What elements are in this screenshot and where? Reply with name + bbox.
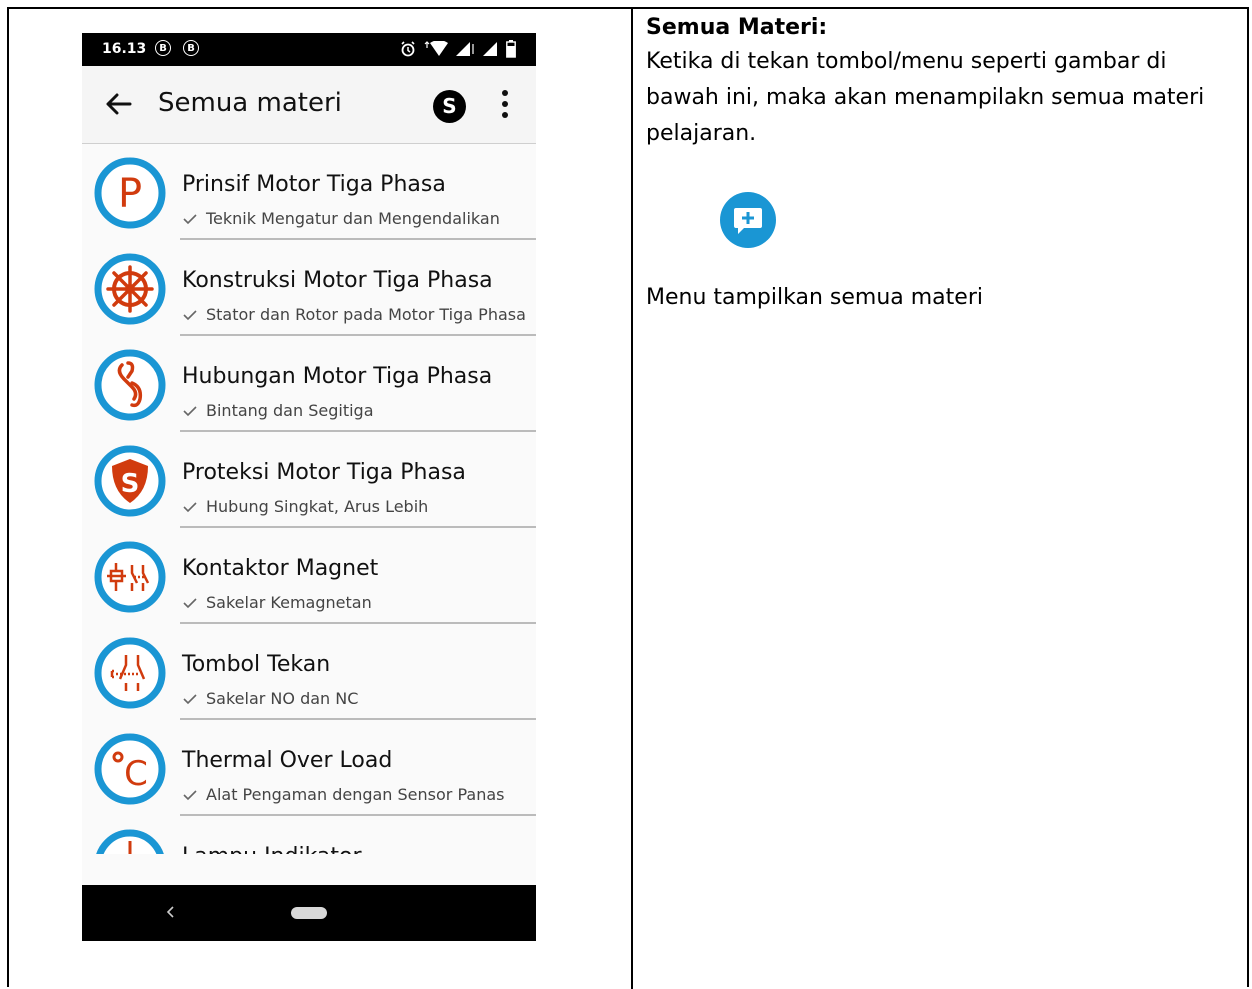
icon-caption: Menu tampilkan semua materi [646, 285, 983, 310]
svg-text:C: C [124, 754, 148, 794]
back-arrow-icon[interactable] [104, 90, 132, 118]
list-item[interactable]: Konstruksi Motor Tiga Phasa Stator dan R… [82, 240, 536, 336]
status-icons [400, 39, 516, 59]
status-bar: 16.13 B B [82, 33, 536, 66]
description-column: Semua Materi: Ketika di tekan tombol/men… [646, 12, 1236, 152]
nav-home-pill[interactable] [291, 907, 327, 919]
check-icon [183, 598, 197, 609]
list-item-subtitle-text: Alat Pengaman dengan Sensor Panas [206, 785, 505, 804]
list-item-title: Tombol Tekan [182, 652, 331, 677]
section-heading: Semua Materi: [646, 15, 828, 40]
list-item[interactable]: S Proteksi Motor Tiga Phasa Hubung Singk… [82, 432, 536, 528]
check-icon [183, 694, 197, 705]
lamp-icon [96, 829, 164, 854]
list-item[interactable]: Lampu Indikator [82, 816, 536, 854]
list-item-subtitle-text: Hubung Singkat, Arus Lebih [206, 497, 429, 516]
list-item-subtitle: Stator dan Rotor pada Motor Tiga Phasa [182, 305, 526, 324]
signal-icon [456, 42, 474, 56]
letter-p-icon: P [94, 157, 166, 229]
list-item-subtitle-text: Bintang dan Segitiga [206, 401, 374, 420]
materials-list: P Prinsif Motor Tiga Phasa Teknik Mengat… [82, 144, 536, 854]
list-item-subtitle: Bintang dan Segitiga [182, 401, 374, 420]
list-item[interactable]: P Prinsif Motor Tiga Phasa Teknik Mengat… [82, 144, 536, 240]
check-icon [183, 502, 197, 513]
list-item-title: Thermal Over Load [182, 748, 393, 773]
svg-text:P: P [118, 171, 142, 217]
list-item-subtitle-text: Stator dan Rotor pada Motor Tiga Phasa [206, 305, 526, 324]
list-item[interactable]: Kontaktor Magnet Sakelar Kemagnetan [82, 528, 536, 624]
list-item[interactable]: Tombol Tekan Sakelar NO dan NC [82, 624, 536, 720]
list-item-title: Proteksi Motor Tiga Phasa [182, 460, 466, 485]
list-item-subtitle: Teknik Mengatur dan Mengendalikan [182, 209, 500, 228]
list-item[interactable]: Hubungan Motor Tiga Phasa Bintang dan Se… [82, 336, 536, 432]
status-time: 16.13 [102, 41, 147, 57]
alarm-icon [401, 41, 415, 57]
status-notification-icon: B [183, 40, 199, 56]
list-item-subtitle-text: Teknik Mengatur dan Mengendalikan [206, 209, 500, 228]
check-icon [183, 310, 197, 321]
list-item[interactable]: C Thermal Over Load Alat Pengaman dengan… [82, 720, 536, 816]
list-item-title: Lampu Indikator [182, 844, 362, 854]
status-notification-icon: B [155, 40, 171, 56]
list-item-subtitle: Sakelar NO dan NC [182, 689, 358, 708]
list-item-title: Konstruksi Motor Tiga Phasa [182, 268, 493, 293]
avatar[interactable]: S [433, 90, 466, 123]
wifi-icon [424, 41, 448, 56]
more-options-icon[interactable] [500, 88, 510, 120]
celsius-icon: C [94, 733, 166, 805]
shield-s-icon: S [94, 445, 166, 517]
check-icon [183, 214, 197, 225]
list-item-title: Prinsif Motor Tiga Phasa [182, 172, 446, 197]
wheel-icon [94, 253, 166, 325]
navigation-bar [82, 885, 536, 941]
column-divider [631, 9, 633, 989]
nav-back-icon[interactable] [164, 902, 176, 922]
check-icon [183, 406, 197, 417]
add-comment-icon [720, 192, 776, 248]
battery-icon [506, 40, 516, 58]
link-icon [94, 349, 166, 421]
list-item-title: Kontaktor Magnet [182, 556, 379, 581]
svg-text:S: S [121, 469, 140, 499]
section-paragraph: Ketika di tekan tombol/menu seperti gamb… [646, 49, 1205, 146]
signal-icon [483, 42, 497, 56]
app-bar: Semua materi S [82, 66, 536, 144]
phone-screenshot: 16.13 B B Semua materi S P Prinsif Motor… [82, 33, 536, 941]
contactor-icon [94, 541, 166, 613]
list-item-subtitle: Sakelar Kemagnetan [182, 593, 372, 612]
list-item-subtitle: Hubung Singkat, Arus Lebih [182, 497, 428, 516]
list-item-subtitle-text: Sakelar NO dan NC [206, 689, 359, 708]
list-item-subtitle-text: Sakelar Kemagnetan [206, 593, 372, 612]
check-icon [183, 790, 197, 801]
page-title: Semua materi [158, 88, 342, 118]
pushbutton-icon [94, 637, 166, 709]
list-item-title: Hubungan Motor Tiga Phasa [182, 364, 493, 389]
list-item-subtitle: Alat Pengaman dengan Sensor Panas [182, 785, 504, 804]
